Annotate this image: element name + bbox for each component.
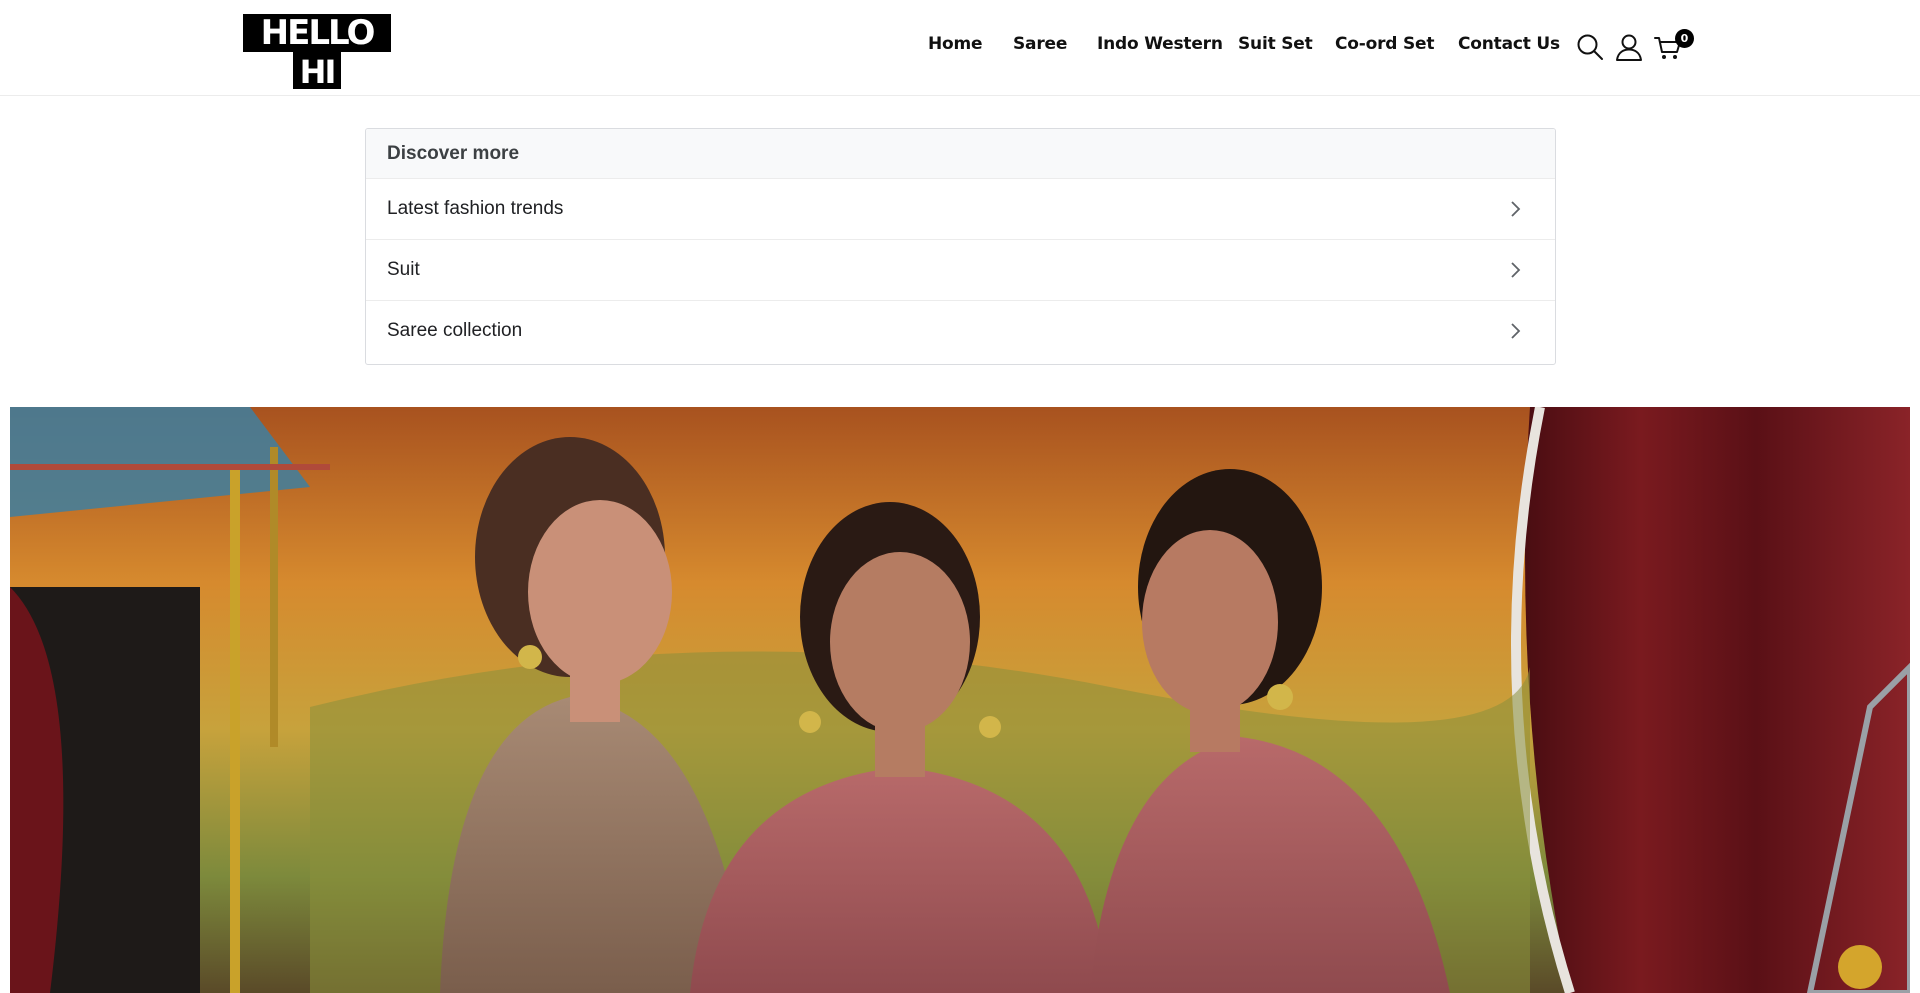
discover-item-saree-collection[interactable]: Saree collection [366,300,1555,361]
nav-suit-set[interactable]: Suit Set [1238,34,1313,54]
nav-contact-us[interactable]: Contact Us [1458,34,1560,54]
nav-indo-western[interactable]: Indo Western [1097,34,1223,54]
chevron-right-icon [1511,262,1521,278]
discover-item-suit[interactable]: Suit [366,239,1555,300]
discover-item-label: Saree collection [387,320,523,341]
search-icon[interactable] [1575,32,1605,62]
nav-saree[interactable]: Saree [1013,34,1067,54]
hero-banner-image[interactable] [10,407,1910,993]
discover-item-latest-fashion-trends[interactable]: Latest fashion trends [366,178,1555,239]
discover-item-label: Suit [387,259,420,280]
user-icon[interactable] [1614,32,1644,62]
nav-co-ord-set[interactable]: Co-ord Set [1335,34,1434,54]
discover-more-panel: Discover more Latest fashion trends Suit… [365,128,1556,365]
cart-count-badge: 0 [1675,29,1694,48]
discover-item-label: Latest fashion trends [387,198,564,219]
hero-illustration [10,407,1910,993]
chevron-right-icon [1511,323,1521,339]
site-header: HELLO HI Home Saree Indo Western Suit Se… [0,0,1920,96]
chevron-right-icon [1511,201,1521,217]
discover-more-title: Discover more [366,129,1555,178]
nav-home[interactable]: Home [928,34,983,54]
